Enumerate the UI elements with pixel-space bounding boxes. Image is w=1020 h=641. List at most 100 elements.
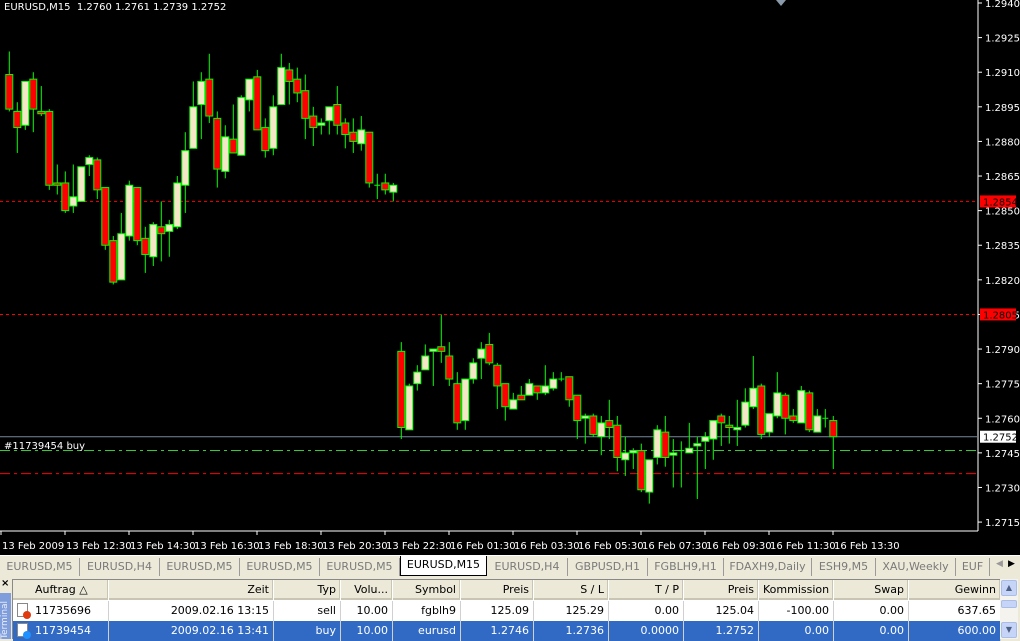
tab-fdaxh9-daily[interactable]: FDAXH9,Daily xyxy=(724,558,812,576)
tabs-scroll-left-icon[interactable]: ◀ xyxy=(996,559,1003,569)
candle-body xyxy=(197,80,206,106)
table-header: Auftrag △ Zeit Typ Volu... Symbol Preis S / LT… xyxy=(13,580,1001,600)
chart-shift-marker[interactable] xyxy=(776,0,786,6)
tab-esh9-m5[interactable]: ESH9,M5 xyxy=(812,558,876,576)
candle-body xyxy=(253,76,262,131)
table-cell: 0.00 xyxy=(834,621,909,641)
candle xyxy=(213,111,222,188)
tab-eurusd-m5[interactable]: EURUSD,M5 xyxy=(320,558,400,576)
candle-body xyxy=(477,348,486,359)
table-cell: 600.00 xyxy=(909,621,1001,641)
candle-body xyxy=(589,415,598,435)
candle xyxy=(45,109,54,190)
y-tick-label: 1.2910 xyxy=(985,68,1020,79)
candle xyxy=(725,415,734,444)
candle-body xyxy=(109,240,118,283)
candle xyxy=(717,413,726,446)
orders-table: Auftrag △ Zeit Typ Volu... Symbol Preis S / LT… xyxy=(12,579,1001,641)
candle-body xyxy=(269,106,278,149)
candle-body xyxy=(629,450,638,454)
candle-body xyxy=(405,385,414,431)
order-row[interactable]: 11735696 2009.02.16 13:15 sell 10.00 fgblh9 1… xyxy=(13,601,1001,621)
candle xyxy=(797,385,806,424)
candle-body xyxy=(813,415,822,433)
column-header[interactable]: T / P xyxy=(609,580,684,600)
candle-body xyxy=(309,115,318,129)
close-icon[interactable]: × xyxy=(1,578,9,589)
candle xyxy=(413,365,422,391)
table-cell: 10.00 xyxy=(341,601,393,621)
tab-eurusd-h4[interactable]: EURUSD,H4 xyxy=(80,558,160,576)
tab-eurusd-h4[interactable]: EURUSD,H4 xyxy=(487,558,568,576)
table-cell: 125.29 xyxy=(534,601,609,621)
candle-body xyxy=(741,401,750,426)
candle-body xyxy=(389,184,398,193)
column-header[interactable]: Preis xyxy=(684,580,759,600)
terminal-sidebar: × Terminal xyxy=(0,577,11,639)
column-header[interactable]: S / L xyxy=(534,580,609,600)
candle xyxy=(333,86,342,135)
column-header[interactable]: Kommission xyxy=(759,580,834,600)
table-cell: 125.04 xyxy=(684,601,759,621)
candle xyxy=(133,187,142,246)
candle-body xyxy=(93,159,102,191)
tab-gbpusd-h1[interactable]: GBPUSD,H1 xyxy=(568,558,648,576)
candle-body xyxy=(509,399,518,410)
tab-eurusd-m5[interactable]: EURUSD,M5 xyxy=(240,558,320,576)
price-chart[interactable]: 1.2940 1.2925 1.2910 1.2895 1.2880 1.2865 1.28… xyxy=(0,0,1020,555)
candle-body xyxy=(341,122,350,135)
scroll-down-button[interactable]: ▼ xyxy=(1001,622,1017,638)
order-row[interactable]: 11739454 2009.02.16 13:41 buy 10.00 eurusd 1.… xyxy=(13,621,1001,641)
candle xyxy=(189,81,198,149)
candle xyxy=(613,415,622,472)
tabs-scroll-right-icon[interactable]: ▶ xyxy=(1008,559,1015,569)
candle-body xyxy=(453,383,462,424)
scrollbar[interactable]: ▲ ▼ xyxy=(1000,579,1018,639)
scroll-up-button[interactable]: ▲ xyxy=(1001,580,1017,596)
candle-body xyxy=(613,424,622,458)
candle-body xyxy=(581,415,590,419)
tab-xau-weekly[interactable]: XAU,Weekly xyxy=(876,558,956,576)
tab-eurusd-m5[interactable]: EURUSD,M5 xyxy=(160,558,240,576)
candle-body xyxy=(317,122,326,126)
table-cell: 0.00 xyxy=(609,601,684,621)
column-header[interactable]: Preis xyxy=(461,580,534,600)
candle xyxy=(85,155,94,177)
column-header[interactable]: Volu... xyxy=(341,580,393,600)
candle xyxy=(693,436,702,500)
y-tick-label: 1.2745 xyxy=(985,449,1020,460)
candle xyxy=(237,95,246,156)
column-header[interactable]: Auftrag △ xyxy=(13,580,109,600)
column-header[interactable]: Swap xyxy=(834,580,909,600)
candle xyxy=(93,157,102,200)
candle xyxy=(629,448,638,470)
column-header[interactable]: Typ xyxy=(274,580,341,600)
candle xyxy=(453,372,462,430)
candlestick-chart: 1.2940 1.2925 1.2910 1.2895 1.2880 1.2865 1.28… xyxy=(0,0,1020,552)
tab-eurusd-m5[interactable]: EURUSD,M5 xyxy=(0,558,80,576)
candle-body xyxy=(469,362,478,380)
candle xyxy=(509,392,518,410)
column-header[interactable]: Zeit xyxy=(109,580,274,600)
candle xyxy=(477,342,486,380)
candle-body xyxy=(37,110,46,115)
scroll-thumb[interactable] xyxy=(1001,600,1017,608)
column-header[interactable]: Symbol xyxy=(393,580,461,600)
column-header[interactable]: Gewinn xyxy=(909,580,1001,600)
tab-eurusd-m15[interactable]: EURUSD,M15 xyxy=(400,556,487,576)
tab-fgblh9-h1[interactable]: FGBLH9,H1 xyxy=(648,558,724,576)
x-tick-label: 16 Feb 03:30 xyxy=(514,541,580,552)
candle-body xyxy=(77,166,86,202)
candle-body xyxy=(805,392,814,431)
candle xyxy=(805,390,814,433)
candle xyxy=(53,164,62,195)
candle xyxy=(253,69,262,131)
candle xyxy=(813,409,822,433)
tab-euf[interactable]: EUF xyxy=(956,558,990,576)
candle xyxy=(445,342,454,386)
candle xyxy=(301,74,310,140)
candle-body xyxy=(597,422,606,438)
candle-body xyxy=(437,346,446,352)
candle-body xyxy=(789,415,798,422)
candle xyxy=(765,413,774,437)
